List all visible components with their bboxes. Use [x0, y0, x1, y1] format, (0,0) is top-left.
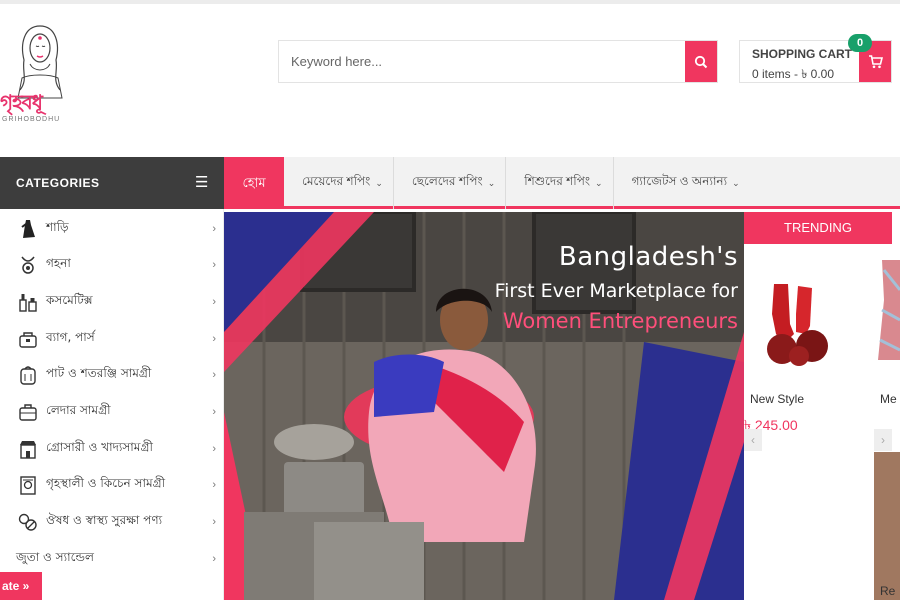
cosmetics-icon: [14, 291, 42, 313]
chevron-down-icon: ⌄: [375, 177, 383, 188]
cart-count-badge: 0: [848, 34, 872, 52]
cart-summary: 0 items - ৳ 0.00: [752, 67, 835, 81]
chevron-right-icon: ›: [212, 443, 216, 455]
chevron-right-icon: ›: [212, 369, 216, 381]
chevron-right-icon: ›: [212, 333, 216, 345]
logo-name-english: GRIHOBODHU: [2, 116, 61, 123]
product-image-gloves: [767, 284, 828, 366]
hamburger-icon[interactable]: ☰: [195, 175, 208, 190]
nav-item-label: শিশুদের শপিং: [524, 174, 591, 188]
product-card[interactable]: Me: [876, 244, 900, 444]
category-label: জুতা ও স্যান্ডেল: [16, 550, 94, 564]
chevron-right-icon: ›: [212, 516, 216, 528]
trending-panel: New Style ৳ 245.00 Me ‹ › Re: [744, 244, 900, 600]
nav-item-gadgets-others[interactable]: গ্যাজেটস ও অন্যান্য ⌄: [614, 157, 750, 209]
hero-line-3: Women Entrepreneurs: [502, 309, 738, 333]
category-sidebar: শাড়ি › গহনা › কসমেটিক্স › ব্যাগ, পার্স …: [0, 209, 224, 600]
carousel-prev-button[interactable]: ‹: [744, 429, 762, 451]
top-border: [0, 0, 900, 4]
category-label: কসমেটিক্স: [46, 293, 93, 307]
category-item-grocery[interactable]: গ্রোসারী ও খাদ্যসামগ্রী ›: [0, 431, 224, 467]
chevron-right-icon: ›: [212, 223, 216, 235]
health-icon: [14, 511, 42, 533]
category-item-jewelry[interactable]: গহনা ›: [0, 247, 224, 283]
product-image-partial: [874, 452, 900, 600]
chevron-right-icon: ›: [212, 479, 216, 491]
product-name: New Style: [750, 392, 805, 406]
product-name: Me: [880, 392, 897, 406]
categories-label: CATEGORIES: [16, 176, 100, 190]
chevron-right-icon: ›: [212, 259, 216, 271]
nav-item-womens-shopping[interactable]: মেয়েদের শপিং ⌄: [284, 157, 394, 209]
category-label: লেদার সামগ্রী: [46, 403, 111, 417]
nav-menu: মেয়েদের শপিং ⌄ ছেলেদের শপিং ⌄ শিশুদের শ…: [284, 157, 750, 209]
categories-header[interactable]: CATEGORIES ☰: [0, 157, 224, 209]
nav-item-label: মেয়েদের শপিং: [302, 174, 371, 188]
hero-banner[interactable]: Bangladesh's First Ever Marketplace for …: [224, 212, 744, 600]
nav-item-mens-shopping[interactable]: ছেলেদের শপিং ⌄: [394, 157, 507, 209]
category-label: ঔষধ ও স্বাস্থ্য সুরক্ষা পণ্য: [46, 513, 163, 527]
chevron-right-icon: ›: [212, 296, 216, 308]
site-logo[interactable]: গৃহবধূ GRIHOBODHU: [0, 20, 90, 130]
category-item-leather[interactable]: লেদার সামগ্রী ›: [0, 394, 224, 430]
search-input[interactable]: [279, 41, 685, 82]
chevron-right-icon: ›: [212, 553, 216, 565]
trending-header: TRENDING: [744, 212, 892, 244]
category-item-health[interactable]: ঔষধ ও স্বাস্থ্য সুরক্ষা পণ্য ›: [0, 504, 224, 540]
category-label: গহনা: [46, 256, 71, 270]
category-item-saree[interactable]: শাড়ি ›: [0, 211, 224, 247]
cart-icon: [868, 55, 883, 69]
rate-us-tab[interactable]: ate »: [0, 572, 42, 600]
product-image-dress: [878, 260, 900, 360]
search-bar: [278, 40, 718, 83]
hero-line-2: First Ever Marketplace for: [494, 280, 738, 302]
kitchen-icon: [14, 474, 42, 496]
chevron-down-icon: ⌄: [732, 177, 740, 188]
product-card[interactable]: New Style ৳ 245.00: [744, 244, 864, 444]
category-label: শাড়ি: [46, 220, 69, 234]
nav-item-kids-shopping[interactable]: শিশুদের শপিং ⌄: [506, 157, 614, 209]
product-name-partial: Re: [880, 584, 896, 598]
leather-icon: [14, 401, 42, 423]
grocery-icon: [14, 438, 42, 460]
chevron-right-icon: ›: [212, 406, 216, 418]
search-icon: [694, 55, 708, 68]
category-label: পাট ও শতরঞ্জি সামগ্রী: [46, 366, 152, 380]
category-label: গ্রোসারী ও খাদ্যসামগ্রী: [46, 440, 153, 454]
chevron-down-icon: ⌄: [595, 177, 603, 188]
nav-home[interactable]: হোম: [224, 157, 284, 209]
chevron-down-icon: ⌄: [487, 177, 496, 188]
saree-icon: [14, 218, 42, 240]
search-button[interactable]: [685, 41, 717, 82]
cart-title: SHOPPING CART: [752, 47, 853, 61]
category-label: গৃহস্থালী ও কিচেন সামগ্রী: [46, 476, 166, 490]
category-item-kitchen[interactable]: গৃহস্থালী ও কিচেন সামগ্রী ›: [0, 467, 224, 503]
bag-icon: [14, 328, 42, 350]
nav-item-label: গ্যাজেটস ও অন্যান্য: [631, 174, 728, 188]
hero-line-1: Bangladesh's: [558, 242, 738, 272]
nav-item-label: ছেলেদের শপিং: [411, 174, 483, 188]
category-item-cosmetics[interactable]: কসমেটিক্স ›: [0, 284, 224, 320]
category-item-bags[interactable]: ব্যাগ, পার্স ›: [0, 321, 224, 357]
jewelry-icon: [14, 254, 42, 276]
category-label: ব্যাগ, পার্স: [46, 330, 95, 344]
carousel-next-button[interactable]: ›: [874, 429, 892, 451]
jute-icon: [14, 364, 42, 386]
category-item-jute[interactable]: পাট ও শতরঞ্জি সামগ্রী ›: [0, 357, 224, 393]
